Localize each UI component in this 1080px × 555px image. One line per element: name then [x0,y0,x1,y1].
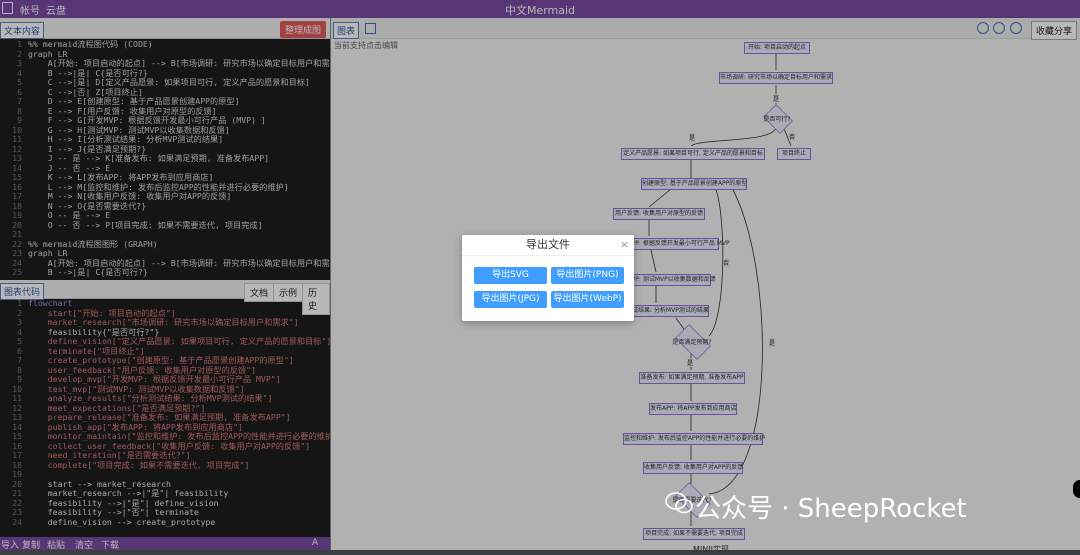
export-webp-button[interactable]: 导出图片(WebP) [551,291,624,308]
watermark-text: 公众号 · SheepRocket [695,494,967,524]
close-icon[interactable]: × [620,238,629,251]
export-dialog: 导出文件 × 导出SVG 导出图片(PNG) 导出图片(JPG) 导出图片(We… [462,235,634,321]
export-dialog-title: 导出文件 [462,235,634,256]
watermark: 公众号 · SheepRocket [665,488,967,525]
export-jpg-button[interactable]: 导出图片(JPG) [474,291,547,308]
export-png-button[interactable]: 导出图片(PNG) [551,267,624,284]
wechat-icon [665,492,693,514]
side-handle[interactable] [1073,480,1080,498]
export-svg-button[interactable]: 导出SVG [474,267,547,284]
